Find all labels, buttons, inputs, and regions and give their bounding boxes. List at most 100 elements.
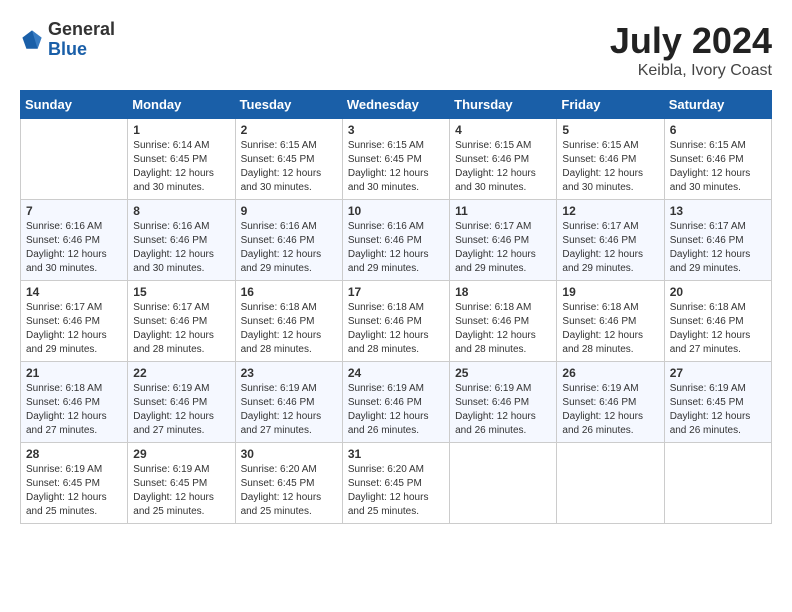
day-number: 3 xyxy=(348,123,444,137)
day-cell: 9 Sunrise: 6:16 AM Sunset: 6:46 PM Daylig… xyxy=(235,200,342,281)
day-number: 18 xyxy=(455,285,551,299)
day-info: Sunrise: 6:14 AM Sunset: 6:45 PM Dayligh… xyxy=(133,139,229,195)
day-info: Sunrise: 6:17 AM Sunset: 6:46 PM Dayligh… xyxy=(562,220,658,276)
day-number: 26 xyxy=(562,366,658,380)
day-info: Sunrise: 6:19 AM Sunset: 6:46 PM Dayligh… xyxy=(348,382,444,438)
day-number: 23 xyxy=(241,366,337,380)
day-cell: 20Sunrise: 6:18 AM Sunset: 6:46 PM Dayli… xyxy=(664,281,771,362)
day-cell: 7Sunrise: 6:16 AM Sunset: 6:46 PM Daylig… xyxy=(21,200,128,281)
day-info: Sunrise: 6:15 AM Sunset: 6:46 PM Dayligh… xyxy=(562,139,658,195)
calendar-subtitle: Keibla, Ivory Coast xyxy=(610,62,772,80)
day-info: Sunrise: 6:18 AM Sunset: 6:46 PM Dayligh… xyxy=(26,382,122,438)
day-info: Sunrise: 6:19 AM Sunset: 6:45 PM Dayligh… xyxy=(26,463,122,519)
day-number: 4 xyxy=(455,123,551,137)
day-cell: 1 Sunrise: 6:14 AM Sunset: 6:45 PM Daylig… xyxy=(128,119,235,200)
day-info: Sunrise: 6:17 AM Sunset: 6:46 PM Dayligh… xyxy=(133,301,229,357)
day-info: Sunrise: 6:18 AM Sunset: 6:46 PM Dayligh… xyxy=(455,301,551,357)
day-number: 6 xyxy=(670,123,766,137)
day-cell: 12 Sunrise: 6:17 AM Sunset: 6:46 PM Dayli… xyxy=(557,200,664,281)
day-cell: 8Sunrise: 6:16 AM Sunset: 6:46 PM Daylig… xyxy=(128,200,235,281)
week-row-2: 7 Sunrise: 6:16 AM Sunset: 6:46 PM Daylig… xyxy=(21,200,772,281)
col-header-thursday: Thursday xyxy=(450,91,557,119)
day-cell: 23 Sunrise: 6:19 AM Sunset: 6:46 PM Dayli… xyxy=(235,362,342,443)
day-cell: 25 Sunrise: 6:19 AM Sunset: 6:46 PM Dayli… xyxy=(450,362,557,443)
day-cell: 22Sunrise: 6:19 AM Sunset: 6:46 PM Dayli… xyxy=(128,362,235,443)
col-header-wednesday: Wednesday xyxy=(342,91,449,119)
day-number: 27 xyxy=(670,366,766,380)
day-info: Sunrise: 6:16 AM Sunset: 6:46 PM Dayligh… xyxy=(241,220,337,276)
week-row-3: 14 Sunrise: 6:17 AM Sunset: 6:46 PM Dayli… xyxy=(21,281,772,362)
day-info: Sunrise: 6:18 AM Sunset: 6:46 PM Dayligh… xyxy=(348,301,444,357)
page-header: General Blue July 2024 Keibla, Ivory Coa… xyxy=(20,20,772,80)
day-cell: 31 Sunrise: 6:20 AM Sunset: 6:45 PM Dayli… xyxy=(342,443,449,524)
day-info: Sunrise: 6:15 AM Sunset: 6:46 PM Dayligh… xyxy=(455,139,551,195)
day-number: 16 xyxy=(241,285,337,299)
col-header-monday: Monday xyxy=(128,91,235,119)
day-cell xyxy=(450,443,557,524)
title-block: July 2024 Keibla, Ivory Coast xyxy=(610,20,772,80)
col-header-friday: Friday xyxy=(557,91,664,119)
day-info: Sunrise: 6:15 AM Sunset: 6:45 PM Dayligh… xyxy=(348,139,444,195)
day-number: 25 xyxy=(455,366,551,380)
day-number: 29 xyxy=(133,447,229,461)
day-info: Sunrise: 6:18 AM Sunset: 6:46 PM Dayligh… xyxy=(241,301,337,357)
day-cell: 15 Sunrise: 6:17 AM Sunset: 6:46 PM Dayli… xyxy=(128,281,235,362)
day-info: Sunrise: 6:15 AM Sunset: 6:45 PM Dayligh… xyxy=(241,139,337,195)
day-cell: 5Sunrise: 6:15 AM Sunset: 6:46 PM Daylig… xyxy=(557,119,664,200)
day-number: 7 xyxy=(26,204,122,218)
day-number: 31 xyxy=(348,447,444,461)
day-info: Sunrise: 6:19 AM Sunset: 6:46 PM Dayligh… xyxy=(241,382,337,438)
day-number: 2 xyxy=(241,123,337,137)
day-cell: 26 Sunrise: 6:19 AM Sunset: 6:46 PM Dayli… xyxy=(557,362,664,443)
day-number: 14 xyxy=(26,285,122,299)
day-number: 19 xyxy=(562,285,658,299)
day-cell xyxy=(557,443,664,524)
logo: General Blue xyxy=(20,20,115,60)
logo-blue: Blue xyxy=(48,40,115,60)
logo-icon xyxy=(20,28,44,52)
col-header-saturday: Saturday xyxy=(664,91,771,119)
day-number: 12 xyxy=(562,204,658,218)
day-number: 21 xyxy=(26,366,122,380)
day-number: 1 xyxy=(133,123,229,137)
day-number: 10 xyxy=(348,204,444,218)
day-number: 22 xyxy=(133,366,229,380)
day-cell: 2 Sunrise: 6:15 AM Sunset: 6:45 PM Daylig… xyxy=(235,119,342,200)
day-info: Sunrise: 6:19 AM Sunset: 6:46 PM Dayligh… xyxy=(455,382,551,438)
day-info: Sunrise: 6:19 AM Sunset: 6:46 PM Dayligh… xyxy=(562,382,658,438)
logo-text: General Blue xyxy=(48,20,115,60)
col-header-tuesday: Tuesday xyxy=(235,91,342,119)
day-info: Sunrise: 6:16 AM Sunset: 6:46 PM Dayligh… xyxy=(133,220,229,276)
day-info: Sunrise: 6:19 AM Sunset: 6:45 PM Dayligh… xyxy=(670,382,766,438)
day-cell: 18 Sunrise: 6:18 AM Sunset: 6:46 PM Dayli… xyxy=(450,281,557,362)
day-info: Sunrise: 6:16 AM Sunset: 6:46 PM Dayligh… xyxy=(348,220,444,276)
day-info: Sunrise: 6:17 AM Sunset: 6:46 PM Dayligh… xyxy=(670,220,766,276)
week-row-4: 21 Sunrise: 6:18 AM Sunset: 6:46 PM Dayli… xyxy=(21,362,772,443)
day-cell: 11Sunrise: 6:17 AM Sunset: 6:46 PM Dayli… xyxy=(450,200,557,281)
day-cell: 6Sunrise: 6:15 AM Sunset: 6:46 PM Daylig… xyxy=(664,119,771,200)
day-cell: 13 Sunrise: 6:17 AM Sunset: 6:46 PM Dayli… xyxy=(664,200,771,281)
day-cell: 10 Sunrise: 6:16 AM Sunset: 6:46 PM Dayli… xyxy=(342,200,449,281)
day-cell xyxy=(21,119,128,200)
day-info: Sunrise: 6:19 AM Sunset: 6:45 PM Dayligh… xyxy=(133,463,229,519)
day-cell: 17 Sunrise: 6:18 AM Sunset: 6:46 PM Dayli… xyxy=(342,281,449,362)
day-number: 13 xyxy=(670,204,766,218)
day-info: Sunrise: 6:18 AM Sunset: 6:46 PM Dayligh… xyxy=(670,301,766,357)
logo-general: General xyxy=(48,20,115,40)
day-cell: 4 Sunrise: 6:15 AM Sunset: 6:46 PM Daylig… xyxy=(450,119,557,200)
day-number: 30 xyxy=(241,447,337,461)
day-info: Sunrise: 6:18 AM Sunset: 6:46 PM Dayligh… xyxy=(562,301,658,357)
day-info: Sunrise: 6:20 AM Sunset: 6:45 PM Dayligh… xyxy=(348,463,444,519)
day-number: 9 xyxy=(241,204,337,218)
day-number: 15 xyxy=(133,285,229,299)
week-row-5: 28 Sunrise: 6:19 AM Sunset: 6:45 PM Dayli… xyxy=(21,443,772,524)
day-info: Sunrise: 6:20 AM Sunset: 6:45 PM Dayligh… xyxy=(241,463,337,519)
day-number: 28 xyxy=(26,447,122,461)
day-cell: 28 Sunrise: 6:19 AM Sunset: 6:45 PM Dayli… xyxy=(21,443,128,524)
day-number: 24 xyxy=(348,366,444,380)
day-number: 17 xyxy=(348,285,444,299)
day-cell: 30 Sunrise: 6:20 AM Sunset: 6:45 PM Dayli… xyxy=(235,443,342,524)
day-info: Sunrise: 6:17 AM Sunset: 6:46 PM Dayligh… xyxy=(26,301,122,357)
calendar-title: July 2024 xyxy=(610,20,772,62)
day-cell xyxy=(664,443,771,524)
